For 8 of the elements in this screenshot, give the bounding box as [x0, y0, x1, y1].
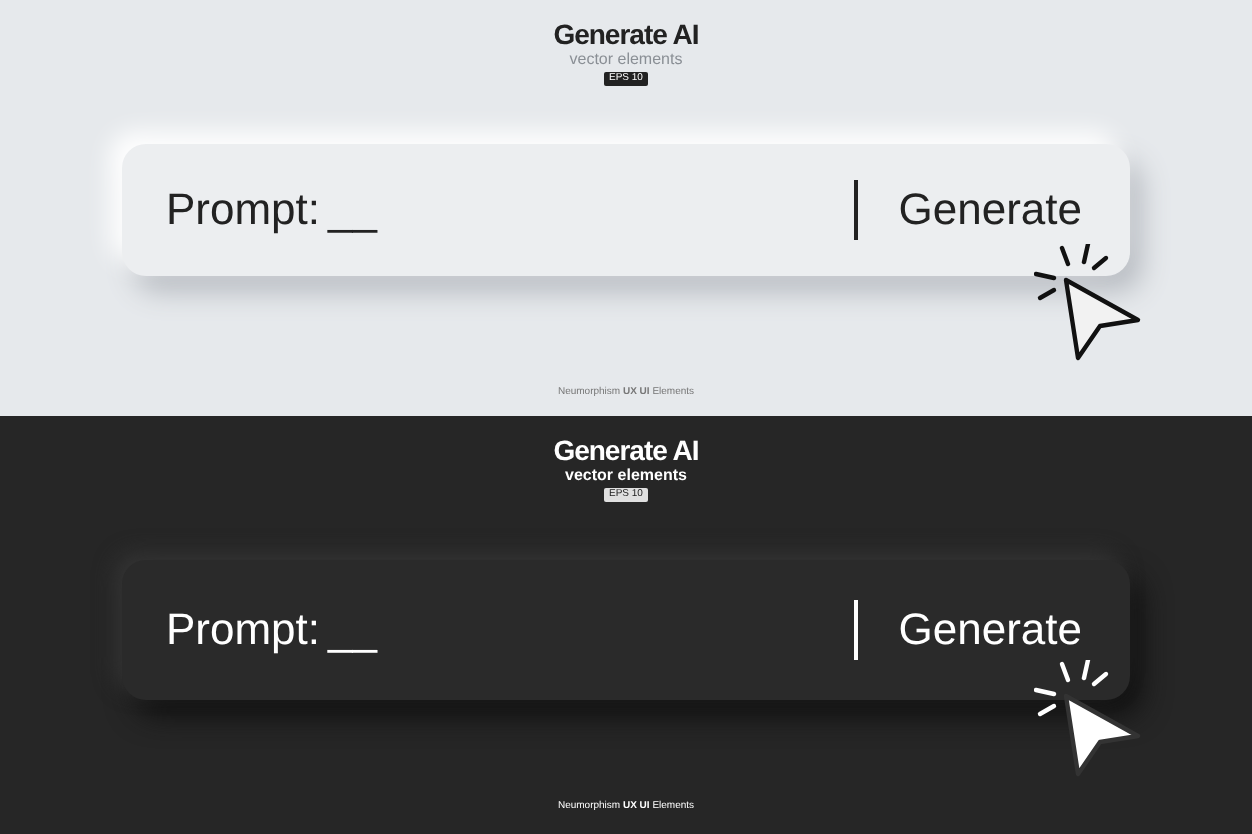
subheading: vector elements: [569, 50, 683, 70]
subheading: vector elements: [565, 466, 687, 486]
prompt-field[interactable]: Prompt: __: [166, 604, 855, 656]
heading: Generate AI: [553, 18, 699, 50]
generate-button[interactable]: Generate: [898, 604, 1082, 656]
prompt-field[interactable]: Prompt: __: [166, 184, 855, 236]
heading: Generate AI: [553, 434, 699, 466]
generate-button[interactable]: Generate: [898, 184, 1082, 236]
